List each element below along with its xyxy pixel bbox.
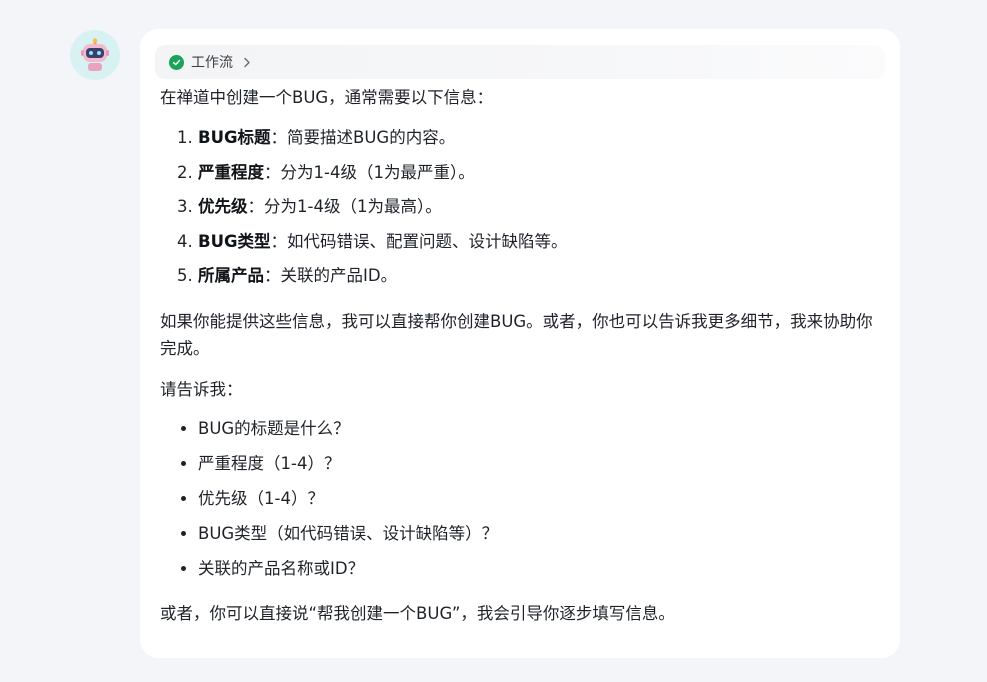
field-desc: ：简要描述BUG的内容。 <box>270 128 456 147</box>
workflow-toggle[interactable]: 工作流 <box>155 45 885 79</box>
list-item: 所属产品：关联的产品ID。 <box>198 259 880 294</box>
field-term: BUG类型 <box>198 231 271 251</box>
chevron-right-icon <box>243 57 251 68</box>
robot-icon <box>81 38 109 71</box>
workflow-label: 工作流 <box>191 55 233 71</box>
field-term: 严重程度 <box>198 162 264 182</box>
field-term: BUG标题 <box>198 128 271 147</box>
bot-avatar <box>70 30 120 80</box>
field-term: 优先级 <box>198 197 248 216</box>
list-item: 关联的产品名称或ID？ <box>198 551 880 586</box>
assistant-message-bubble: 工作流 在禅道中创建一个BUG，通常需要以下信息： BUG标题：简要描述BUG的… <box>140 29 900 658</box>
closing-text: 或者，你可以直接说“帮我创建一个BUG”，我会引导你逐步填写信息。 <box>160 603 675 623</box>
field-desc: ：分为1-4级（1为最严重）。 <box>264 162 475 182</box>
offer-text: 如果你能提供这些信息，我可以直接帮你创建BUG。或者，你也可以告诉我更多细节，我… <box>160 311 873 358</box>
list-item: 严重程度：分为1-4级（1为最严重）。 <box>198 156 880 191</box>
check-circle-icon <box>169 54 184 70</box>
field-desc: ：如代码错误、配置问题、设计缺陷等。 <box>270 231 568 251</box>
list-item: 严重程度（1-4）？ <box>198 446 880 481</box>
questions-list: BUG的标题是什么？ 严重程度（1-4）？ 优先级（1-4）？ BUG类型（如代… <box>160 411 880 586</box>
field-desc: ：分为1-4级（1为最高）。 <box>247 197 442 216</box>
field-desc: ：关联的产品ID。 <box>264 266 398 285</box>
field-term: 所属产品 <box>198 266 264 285</box>
list-item: BUG的标题是什么？ <box>198 411 880 446</box>
message-content: 在禅道中创建一个BUG，通常需要以下信息： BUG标题：简要描述BUG的内容。 … <box>160 84 880 627</box>
intro-text: 在禅道中创建一个BUG，通常需要以下信息： <box>160 88 494 107</box>
list-item: 优先级：分为1-4级（1为最高）。 <box>198 190 880 225</box>
list-item: BUG类型（如代码错误、设计缺陷等）？ <box>198 516 880 551</box>
list-item: BUG标题：简要描述BUG的内容。 <box>198 121 880 156</box>
list-item: BUG类型：如代码错误、配置问题、设计缺陷等。 <box>198 225 880 260</box>
list-item: 优先级（1-4）？ <box>198 481 880 516</box>
required-fields-list: BUG标题：简要描述BUG的内容。 严重程度：分为1-4级（1为最严重）。 优先… <box>160 121 880 294</box>
ask-text: 请告诉我： <box>160 379 243 399</box>
